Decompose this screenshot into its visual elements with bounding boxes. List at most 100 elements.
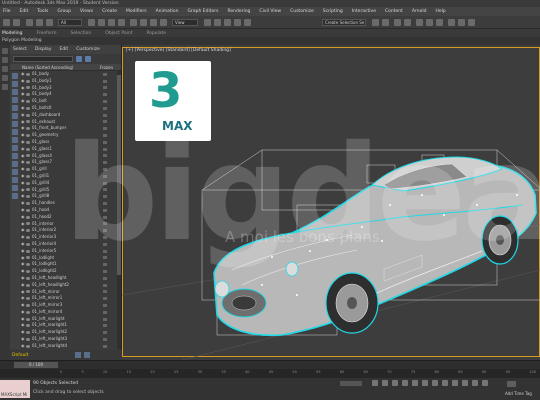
time-config-icon[interactable]: [432, 380, 438, 386]
explorer-menu-select[interactable]: Select: [13, 47, 27, 52]
frozen-icon[interactable]: [103, 120, 107, 124]
display-icon[interactable]: [2, 84, 8, 90]
hierarchy-icon[interactable]: [2, 66, 8, 72]
time-slider-frame[interactable]: 0 / 100: [14, 362, 58, 368]
maxscript-listener[interactable]: MAXScript Mi: [0, 380, 30, 398]
menu-item-group[interactable]: Group: [57, 9, 71, 14]
frozen-icon[interactable]: [103, 303, 107, 307]
perspective-viewport[interactable]: [+] [Perspective] [Standard] [Default Sh…: [122, 45, 540, 360]
goto-end-icon[interactable]: [412, 380, 418, 386]
list-item[interactable]: ◉ 01_grill1: [21, 173, 117, 180]
percent-snap-icon[interactable]: [234, 19, 241, 26]
window-crossing-icon[interactable]: [118, 19, 125, 26]
menu-item-civil-view[interactable]: Civil View: [259, 9, 281, 14]
ribbon-tab-selection[interactable]: Selection: [71, 31, 92, 36]
select-by-name-icon[interactable]: [98, 19, 105, 26]
filter-cameras-icon[interactable]: [12, 97, 18, 103]
search-input[interactable]: [13, 56, 73, 62]
list-item[interactable]: ◉ 01_left_rearlight3: [21, 336, 117, 343]
move-icon[interactable]: [130, 19, 137, 26]
frozen-icon[interactable]: [103, 113, 107, 117]
list-item[interactable]: ◉ 01_left_rearlight: [21, 316, 117, 323]
scene-explorer-scrollbar[interactable]: [117, 71, 121, 349]
render-frame-icon[interactable]: [458, 19, 465, 26]
schematic-icon[interactable]: [426, 19, 433, 26]
list-item[interactable]: ◉ 01_body: [21, 71, 117, 78]
list-item[interactable]: ◉ 01_lodlight: [21, 255, 117, 262]
graphite-icon[interactable]: [404, 19, 411, 26]
list-item[interactable]: ◉ 01_bolts0: [21, 105, 117, 112]
place-icon[interactable]: [160, 19, 167, 26]
frozen-icon[interactable]: [103, 100, 107, 104]
list-item[interactable]: ◉ 01_interior: [21, 221, 117, 228]
filter-spacewarps-icon[interactable]: [12, 113, 18, 119]
filter-xrefs-icon[interactable]: [12, 129, 18, 135]
list-item[interactable]: ◉ 01_handles: [21, 200, 117, 207]
filter-options-icon[interactable]: [12, 193, 18, 199]
explorer-menu-edit[interactable]: Edit: [59, 47, 68, 52]
list-item[interactable]: ◉ 01_body1: [21, 78, 117, 85]
frozen-icon[interactable]: [103, 331, 107, 335]
modify-icon[interactable]: [2, 57, 8, 63]
frozen-icon[interactable]: [103, 188, 107, 192]
explorer-menu-display[interactable]: Display: [35, 47, 52, 52]
render-icon[interactable]: [468, 19, 475, 26]
explorer-menu-customize[interactable]: Customize: [76, 47, 100, 52]
orbit-icon[interactable]: [472, 380, 478, 386]
next-frame-icon[interactable]: [402, 380, 408, 386]
frozen-icon[interactable]: [103, 337, 107, 341]
list-item[interactable]: ◉ 01_left_headlight: [21, 275, 117, 282]
key-mode-icon[interactable]: [422, 380, 428, 386]
menu-item-animation[interactable]: Animation: [156, 9, 179, 14]
ribbon-tab-modeling[interactable]: Modeling: [2, 31, 22, 36]
scroll-thumb[interactable]: [117, 75, 121, 275]
ribbon-tab-object-paint[interactable]: Object Paint: [105, 31, 132, 36]
filter-groups-icon[interactable]: [12, 121, 18, 127]
frozen-icon[interactable]: [103, 134, 107, 138]
frozen-icon[interactable]: [103, 168, 107, 172]
list-item[interactable]: ◉ 01_lodlight1: [21, 261, 117, 268]
rectangle-selection-icon[interactable]: [108, 19, 115, 26]
frozen-icon[interactable]: [103, 324, 107, 328]
menu-item-views[interactable]: Views: [80, 9, 93, 14]
frozen-icon[interactable]: [103, 181, 107, 185]
select-object-icon[interactable]: [88, 19, 95, 26]
frozen-icon[interactable]: [103, 283, 107, 287]
frozen-icon[interactable]: [103, 202, 107, 206]
list-item[interactable]: ◉ 01_interior3: [21, 234, 117, 241]
redo-icon[interactable]: [13, 19, 20, 26]
frozen-icon[interactable]: [103, 222, 107, 226]
pivot-icon[interactable]: [204, 19, 211, 26]
menu-item-create[interactable]: Create: [102, 9, 117, 14]
frozen-icon[interactable]: [103, 317, 107, 321]
list-item[interactable]: ◉ 01_exhaust: [21, 119, 117, 126]
undo-icon[interactable]: [3, 19, 10, 26]
selection-set-dropdown[interactable]: Create Selection Se: [322, 19, 366, 26]
column-name[interactable]: Name (Sorted Ascending): [22, 65, 73, 70]
explorer-options-icon[interactable]: [84, 352, 90, 358]
frozen-icon[interactable]: [103, 263, 107, 267]
frozen-icon[interactable]: [103, 310, 107, 314]
menu-item-scripting[interactable]: Scripting: [323, 9, 343, 14]
frozen-icon[interactable]: [103, 249, 107, 253]
zoom-extents-icon[interactable]: [462, 380, 468, 386]
frozen-icon[interactable]: [103, 72, 107, 76]
frozen-icon[interactable]: [103, 344, 107, 348]
key-icon[interactable]: [507, 381, 516, 387]
list-item[interactable]: ◉ 01_front_bumper: [21, 125, 117, 132]
list-item[interactable]: ◉ 01_lodlight2: [21, 268, 117, 275]
filter-dropdown[interactable]: All: [58, 19, 82, 26]
list-item[interactable]: ◉ 01_left_rearlight2: [21, 329, 117, 336]
layer-explorer-icon[interactable]: [75, 352, 81, 358]
add-time-tag[interactable]: Add Time Tag: [505, 391, 532, 396]
set-key-icon[interactable]: [442, 380, 448, 386]
list-item[interactable]: ◉ 01_left_headlight2: [21, 282, 117, 289]
filter-all-icon[interactable]: [12, 169, 18, 175]
view-dropdown[interactable]: View: [172, 19, 198, 26]
frozen-icon[interactable]: [103, 276, 107, 280]
layer-icon[interactable]: [394, 19, 401, 26]
frozen-icon[interactable]: [103, 86, 107, 90]
list-item[interactable]: ◉ 01_left_mirror4: [21, 309, 117, 316]
frozen-icon[interactable]: [103, 174, 107, 178]
list-item[interactable]: ◉ 01_grill4: [21, 180, 117, 187]
